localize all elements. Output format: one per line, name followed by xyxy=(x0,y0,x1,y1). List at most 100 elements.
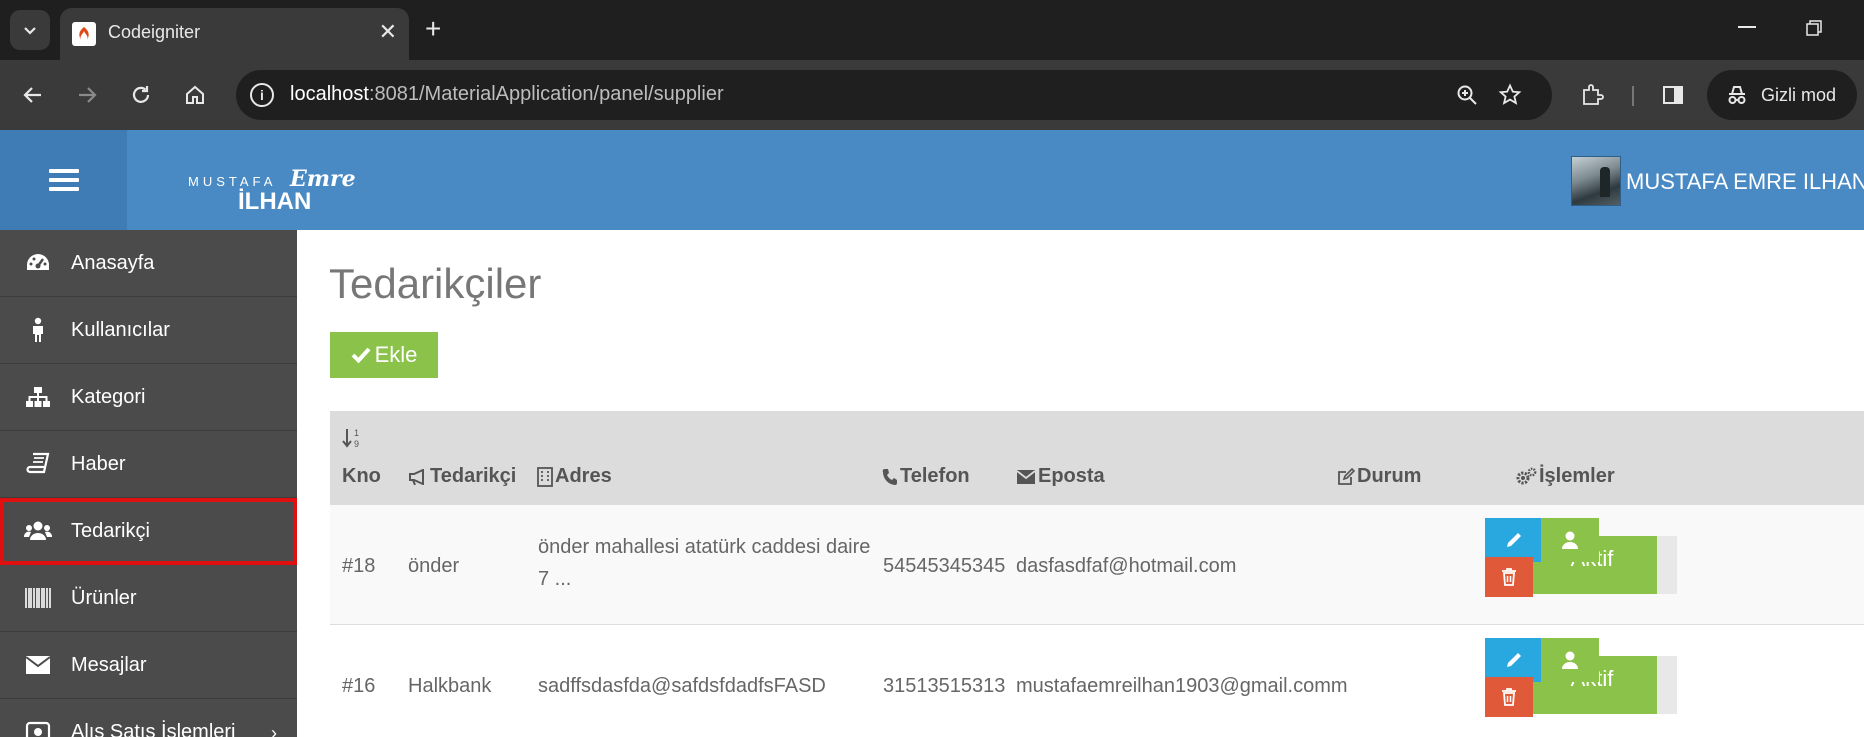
sort-numeric-icon[interactable]: 19 xyxy=(342,427,364,449)
close-tab-icon[interactable]: ✕ xyxy=(379,20,397,44)
address-bar[interactable]: i localhost:8081/MaterialApplication/pan… xyxy=(236,70,1552,120)
site-info-icon[interactable]: i xyxy=(250,83,274,107)
supplier-table: 19 Kno Tedarikçi Adres Telefon Eposta Du… xyxy=(330,411,1864,737)
menu-toggle-button[interactable] xyxy=(0,130,127,230)
sidebar-item-label: Alış Satış İşlemleri xyxy=(71,721,236,737)
delete-button[interactable] xyxy=(1485,557,1533,597)
extensions-icon[interactable] xyxy=(1575,78,1609,112)
cell-supplier: önder xyxy=(408,555,460,577)
forward-icon[interactable] xyxy=(70,78,104,112)
sidebar-item-label: Kullanıcılar xyxy=(71,319,170,341)
cell-address: önder mahallesi atatürk caddesi daire 7 … xyxy=(538,536,871,590)
pencil-icon xyxy=(1507,653,1521,667)
browser-tabbar: Codeigniter ✕ + xyxy=(0,0,1864,60)
sidebar-item-label: Anasayfa xyxy=(71,252,155,274)
column-header-address[interactable]: Adres xyxy=(537,465,612,488)
bookmark-star-icon[interactable] xyxy=(1498,83,1522,107)
user-button[interactable] xyxy=(1541,638,1599,682)
restore-window-icon[interactable] xyxy=(1806,20,1822,36)
sidebar-item-haber[interactable]: Haber xyxy=(0,431,297,498)
sidebar-item-tedarikci[interactable]: Tedarikçi xyxy=(0,498,297,565)
chevron-right-icon: › xyxy=(271,723,277,737)
column-header-phone[interactable]: Telefon xyxy=(882,465,970,488)
book-icon xyxy=(24,451,52,477)
table-header: 19 Kno Tedarikçi Adres Telefon Eposta Du… xyxy=(330,411,1864,505)
edit-button[interactable] xyxy=(1485,518,1543,562)
browser-tab-active[interactable]: Codeigniter ✕ xyxy=(60,8,409,60)
zoom-icon[interactable] xyxy=(1456,84,1478,106)
user-name[interactable]: MUSTAFA EMRE ILHAN xyxy=(1626,169,1864,195)
incognito-badge[interactable]: Gizli mod xyxy=(1707,70,1857,120)
logo-last: İLHAN xyxy=(238,188,312,215)
sidebar-item-urunler[interactable]: Ürünler xyxy=(0,565,297,632)
trash-icon xyxy=(1502,568,1516,586)
envelope-icon xyxy=(1016,469,1036,484)
phone-icon xyxy=(882,468,897,485)
user-icon xyxy=(1562,531,1578,549)
toolbar-separator xyxy=(1632,86,1634,106)
dashboard-icon xyxy=(24,250,52,276)
user-avatar[interactable] xyxy=(1571,156,1621,206)
add-button[interactable]: Ekle xyxy=(330,332,438,378)
svg-text:9: 9 xyxy=(354,439,359,449)
column-header-email[interactable]: Eposta xyxy=(1016,465,1105,488)
money-icon xyxy=(24,719,52,737)
person-icon xyxy=(24,317,52,343)
sidebar-item-anasayfa[interactable]: Anasayfa xyxy=(0,230,297,297)
barcode-icon xyxy=(24,585,52,611)
codeigniter-favicon-icon xyxy=(72,22,96,46)
cell-supplier: Halkbank xyxy=(408,675,492,697)
check-icon xyxy=(351,347,371,364)
svg-text:1: 1 xyxy=(354,428,359,438)
trash-icon xyxy=(1502,688,1516,706)
cell-phone: 54545345345 xyxy=(883,555,1006,577)
table-row: #16 Halkbank sadffsdasfda@safdsfdadfsFAS… xyxy=(330,625,1864,737)
column-header-actions[interactable]: İşlemler xyxy=(1515,465,1615,488)
side-panel-icon[interactable] xyxy=(1656,78,1690,112)
cell-email: dasfasdfaf@hotmail.com xyxy=(1016,555,1237,577)
sidebar-item-mesajlar[interactable]: Mesajlar xyxy=(0,632,297,699)
sidebar-item-label: Haber xyxy=(71,453,126,475)
back-icon[interactable] xyxy=(16,78,50,112)
add-button-label: Ekle xyxy=(374,342,418,367)
incognito-label: Gizli mod xyxy=(1761,85,1837,105)
cell-email: mustafaemreilhan1903@gmail.comm xyxy=(1016,675,1348,697)
pencil-icon xyxy=(1507,533,1521,547)
sidebar-item-kategori[interactable]: Kategori xyxy=(0,364,297,431)
users-icon xyxy=(24,518,52,544)
table-row: #18 önder önder mahallesi atatürk caddes… xyxy=(330,505,1864,625)
delete-button[interactable] xyxy=(1485,677,1533,717)
user-button[interactable] xyxy=(1541,518,1599,562)
minimize-icon[interactable] xyxy=(1738,26,1756,28)
edit-button[interactable] xyxy=(1485,638,1543,682)
new-tab-icon[interactable]: + xyxy=(425,14,441,44)
cell-address: sadffsdasfda@safdsfdadfsFASD xyxy=(538,675,826,697)
sidebar-item-alis-satis[interactable]: Alış Satış İşlemleri › xyxy=(0,699,297,737)
tab-search-button[interactable] xyxy=(10,10,50,50)
column-header-status[interactable]: Durum xyxy=(1337,465,1421,488)
sidebar-item-kullanicilar[interactable]: Kullanıcılar xyxy=(0,297,297,364)
user-icon xyxy=(1562,651,1578,669)
cell-no: #16 xyxy=(342,675,376,697)
cell-phone: 31513515313 xyxy=(883,675,1006,697)
chevron-down-icon xyxy=(24,27,36,35)
app-header: MUSTAFA Emre İLHAN MUSTAFA EMRE ILHAN xyxy=(0,130,1864,230)
incognito-icon xyxy=(1728,86,1746,104)
sitemap-icon xyxy=(24,384,52,410)
column-header-supplier[interactable]: Tedarikçi xyxy=(408,465,516,488)
sidebar-item-label: Ürünler xyxy=(71,587,137,609)
gears-icon xyxy=(1516,467,1537,484)
home-icon[interactable] xyxy=(178,78,212,112)
column-header-no[interactable]: Kno xyxy=(342,465,381,488)
edit-square-icon xyxy=(1338,467,1355,485)
url-text[interactable]: localhost:8081/MaterialApplication/panel… xyxy=(290,83,724,106)
browser-toolbar: i localhost:8081/MaterialApplication/pan… xyxy=(0,60,1864,130)
sidebar-item-label: Tedarikçi xyxy=(71,520,150,542)
bullhorn-icon xyxy=(409,468,424,485)
reload-icon[interactable] xyxy=(124,78,158,112)
main-content: Tedarikçiler Ekle 19 Kno Tedarikçi Adres… xyxy=(297,230,1864,737)
logo-first: MUSTAFA xyxy=(188,174,277,189)
envelope-icon xyxy=(24,652,52,678)
cell-no: #18 xyxy=(342,555,376,577)
hamburger-icon xyxy=(48,164,79,196)
